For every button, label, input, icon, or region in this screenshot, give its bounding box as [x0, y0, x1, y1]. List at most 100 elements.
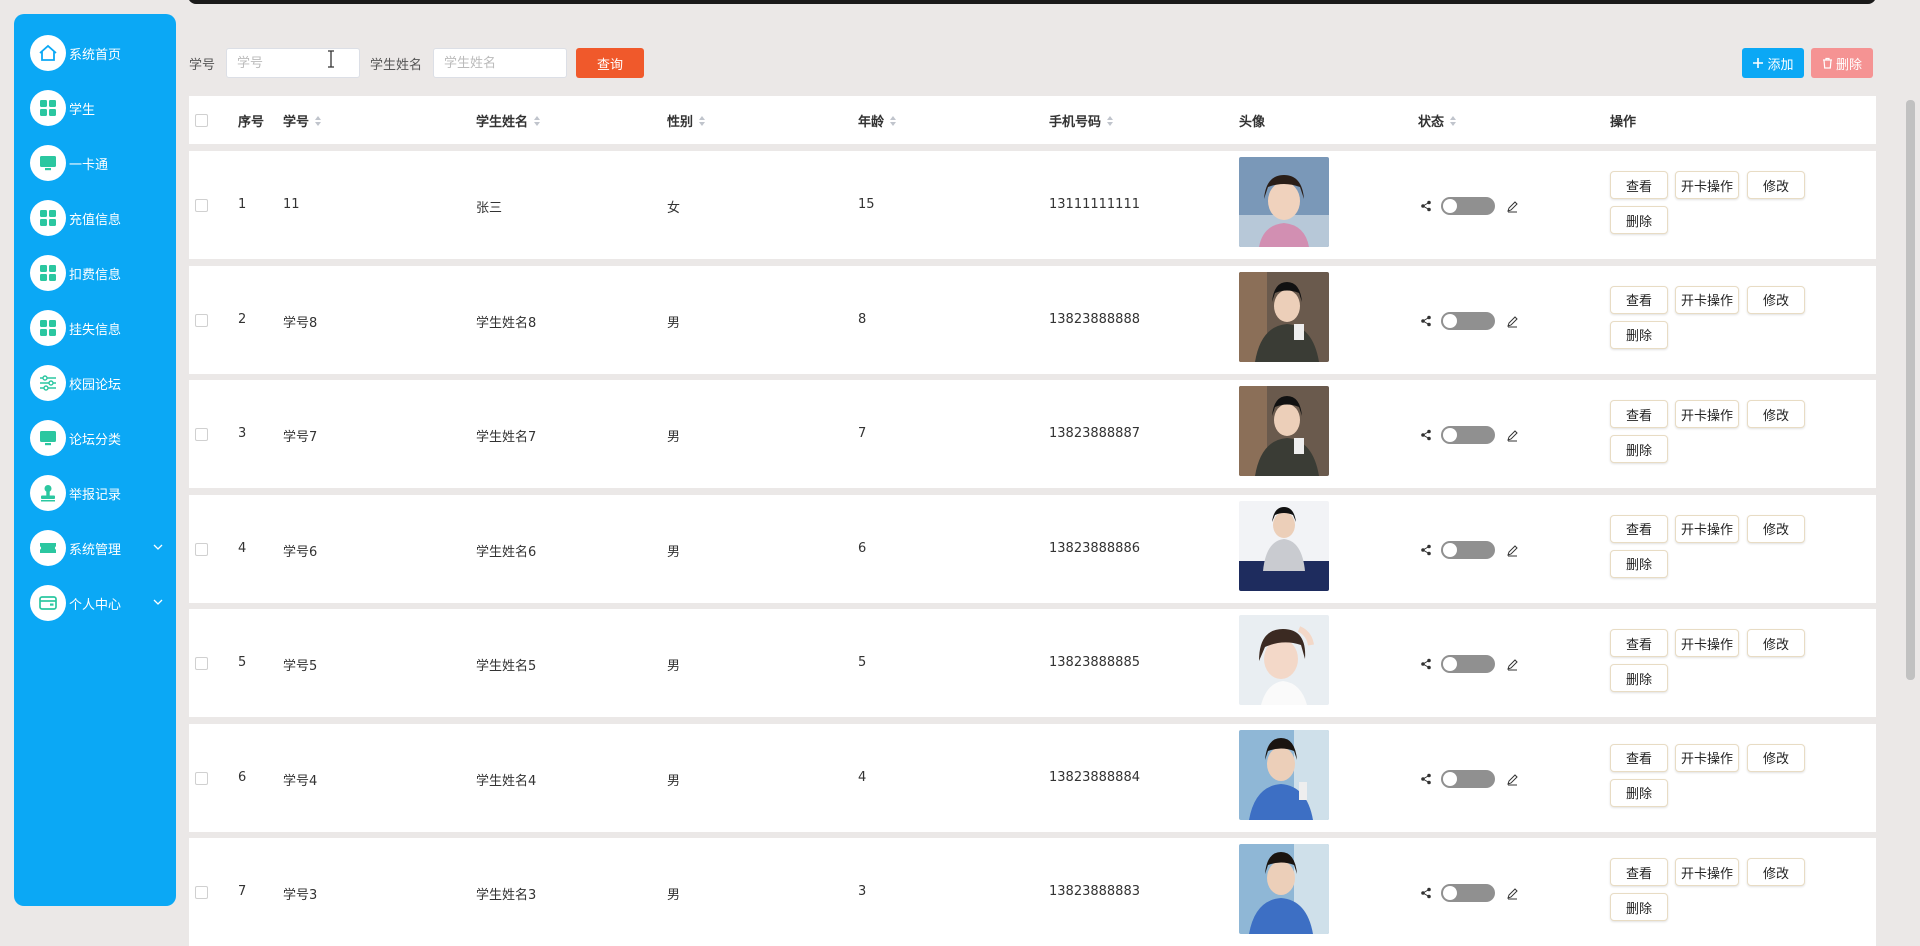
row-delete-button[interactable]: 删除: [1610, 778, 1668, 807]
sidebar-item[interactable]: 系统管理: [30, 527, 176, 569]
sidebar-item[interactable]: 学生: [30, 87, 176, 129]
share-icon[interactable]: [1420, 544, 1432, 556]
view-button[interactable]: 查看: [1610, 743, 1668, 772]
status-toggle[interactable]: [1441, 884, 1495, 902]
row-checkbox[interactable]: [195, 657, 208, 670]
view-button[interactable]: 查看: [1610, 514, 1668, 543]
header-age[interactable]: 年龄: [858, 111, 897, 130]
chevron-down-icon: [153, 599, 163, 605]
view-button[interactable]: 查看: [1610, 858, 1668, 886]
row-delete-button[interactable]: 删除: [1610, 206, 1668, 234]
edit-icon[interactable]: [1506, 887, 1519, 900]
text-cursor-icon: [328, 50, 334, 68]
sidebar-item[interactable]: 个人中心: [30, 582, 176, 624]
row-checkbox[interactable]: [195, 542, 208, 556]
status-toggle[interactable]: [1441, 311, 1495, 330]
cell-gender: 男: [667, 888, 681, 903]
sidebar-item[interactable]: 扣费信息: [30, 252, 176, 294]
open-card-button[interactable]: 开卡操作: [1675, 171, 1739, 199]
edit-icon[interactable]: [1506, 773, 1519, 786]
add-button[interactable]: 添加: [1742, 48, 1804, 78]
share-icon[interactable]: [1420, 315, 1432, 327]
edit-button[interactable]: 修改: [1747, 400, 1805, 428]
edit-button[interactable]: 修改: [1747, 285, 1805, 314]
share-icon[interactable]: [1420, 773, 1432, 785]
sidebar-item[interactable]: 充值信息: [30, 197, 176, 239]
header-phone[interactable]: 手机号码: [1049, 111, 1114, 130]
scrollbar[interactable]: [1906, 100, 1915, 680]
row-delete-button[interactable]: 删除: [1610, 664, 1668, 692]
grid-icon: [30, 255, 66, 291]
cell-student-no: 学号5: [283, 659, 318, 674]
header-student-no[interactable]: 学号: [283, 111, 322, 130]
edit-button[interactable]: 修改: [1747, 858, 1805, 886]
open-card-button[interactable]: 开卡操作: [1675, 629, 1739, 657]
sidebar-item[interactable]: 一卡通: [30, 142, 176, 184]
edit-button[interactable]: 修改: [1747, 514, 1805, 543]
cell-student-no: 11: [283, 197, 300, 212]
student-no-input[interactable]: [226, 48, 360, 78]
header-gender[interactable]: 性别: [667, 111, 706, 130]
row-checkbox[interactable]: [195, 771, 208, 785]
open-card-button[interactable]: 开卡操作: [1675, 743, 1739, 772]
view-button[interactable]: 查看: [1610, 400, 1668, 428]
share-icon[interactable]: [1420, 887, 1432, 899]
sidebar-item[interactable]: 举报记录: [30, 472, 176, 514]
row-checkbox[interactable]: [195, 886, 208, 899]
share-icon[interactable]: [1420, 200, 1432, 212]
open-card-button[interactable]: 开卡操作: [1675, 285, 1739, 314]
sidebar-item[interactable]: 系统首页: [30, 32, 176, 74]
status-toggle[interactable]: [1441, 769, 1495, 788]
sidebar-item[interactable]: 校园论坛: [30, 362, 176, 404]
header-status[interactable]: 状态: [1418, 111, 1457, 130]
top-bar: [188, 0, 1876, 4]
status-toggle[interactable]: [1441, 540, 1495, 559]
edit-icon[interactable]: [1506, 658, 1519, 671]
status-toggle[interactable]: [1441, 655, 1495, 673]
cell-age: 6: [858, 540, 867, 556]
view-button[interactable]: 查看: [1610, 629, 1668, 657]
view-button[interactable]: 查看: [1610, 171, 1668, 199]
sidebar-item[interactable]: 挂失信息: [30, 307, 176, 349]
ticket-icon: [30, 530, 66, 566]
view-button[interactable]: 查看: [1610, 285, 1668, 314]
cell-age: 15: [858, 197, 875, 212]
edit-icon[interactable]: [1506, 429, 1519, 442]
row-delete-button[interactable]: 删除: [1610, 435, 1668, 463]
edit-icon[interactable]: [1506, 200, 1519, 213]
cell-age: 4: [858, 769, 867, 785]
cell-student-no: 学号6: [283, 544, 318, 560]
row-delete-button[interactable]: 删除: [1610, 320, 1668, 349]
row-checkbox[interactable]: [195, 313, 208, 327]
share-icon[interactable]: [1420, 429, 1432, 441]
row-checkbox[interactable]: [195, 199, 208, 212]
header-student-name[interactable]: 学生姓名: [476, 111, 541, 130]
open-card-button[interactable]: 开卡操作: [1675, 858, 1739, 886]
edit-button[interactable]: 修改: [1747, 629, 1805, 657]
cell-student-name: 学生姓名4: [476, 773, 537, 789]
avatar: [1239, 615, 1329, 705]
open-card-button[interactable]: 开卡操作: [1675, 400, 1739, 428]
sidebar-item[interactable]: 论坛分类: [30, 417, 176, 459]
edit-button[interactable]: 修改: [1747, 743, 1805, 772]
edit-icon[interactable]: [1506, 315, 1519, 328]
grid-icon: [30, 200, 66, 236]
table-row: 5 学号5 学生姓名5 男 5 13823888885 查看 开卡操作 修改 删除: [189, 609, 1876, 717]
share-icon[interactable]: [1420, 658, 1432, 670]
toggle-knob: [1443, 886, 1457, 900]
query-button[interactable]: 查询: [576, 48, 644, 78]
open-card-button[interactable]: 开卡操作: [1675, 514, 1739, 543]
status-toggle[interactable]: [1441, 197, 1495, 215]
row-delete-button[interactable]: 删除: [1610, 893, 1668, 921]
sort-icon: [1450, 115, 1457, 126]
row-delete-button[interactable]: 删除: [1610, 549, 1668, 578]
edit-icon[interactable]: [1506, 544, 1519, 557]
student-name-input[interactable]: [433, 48, 567, 78]
edit-button[interactable]: 修改: [1747, 171, 1805, 199]
status-toggle[interactable]: [1441, 426, 1495, 444]
cell-phone: 13823888888: [1049, 311, 1140, 327]
row-checkbox[interactable]: [195, 428, 208, 441]
toggle-knob: [1443, 199, 1457, 213]
delete-button[interactable]: 删除: [1811, 48, 1873, 78]
select-all-checkbox[interactable]: [195, 114, 208, 127]
